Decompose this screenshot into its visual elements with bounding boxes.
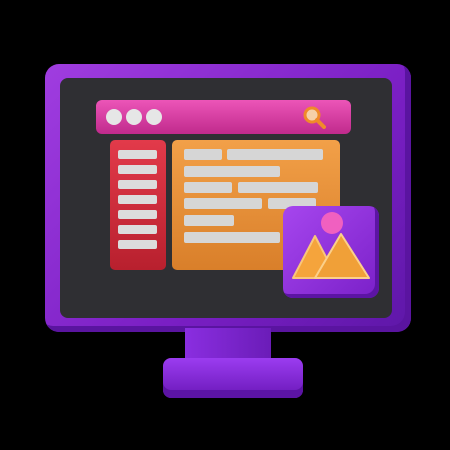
image-mountains-icon xyxy=(292,233,370,279)
window-dot-icon xyxy=(146,109,162,125)
text-line xyxy=(184,232,280,243)
window-dot-icon xyxy=(126,109,142,125)
text-line xyxy=(184,198,262,209)
window-dot-icon xyxy=(106,109,122,125)
text-line xyxy=(238,182,318,193)
sidebar-item xyxy=(118,150,157,159)
text-line xyxy=(184,182,232,193)
text-line xyxy=(227,149,323,160)
address-bar xyxy=(96,100,351,134)
sidebar-item xyxy=(118,225,157,234)
text-line xyxy=(184,149,222,160)
sidebar-item xyxy=(118,180,157,189)
sidebar xyxy=(110,140,166,270)
sidebar-item xyxy=(118,210,157,219)
text-line xyxy=(184,166,280,177)
sidebar-item xyxy=(118,165,157,174)
sidebar-item xyxy=(118,240,157,249)
text-line xyxy=(184,215,234,226)
sidebar-item xyxy=(118,195,157,204)
image-card xyxy=(283,206,379,298)
search-icon xyxy=(303,106,326,129)
monitor-stand-base xyxy=(163,358,303,398)
